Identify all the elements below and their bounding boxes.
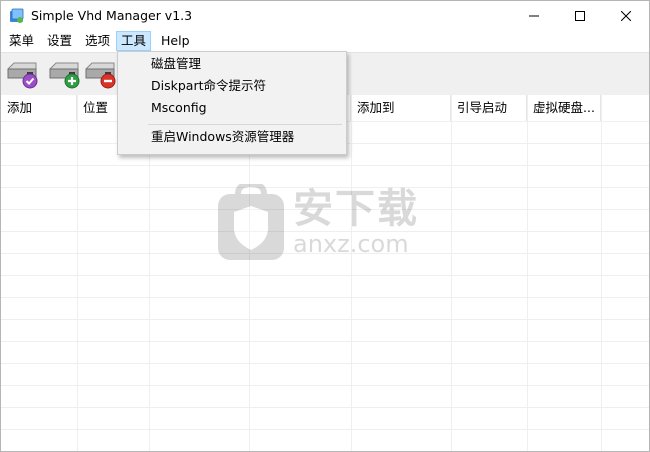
toolbar-add-disk-button[interactable]: [47, 59, 81, 89]
menu-option-restart-explorer[interactable]: 重启Windows资源管理器: [118, 126, 346, 148]
grid-row-line: [1, 253, 649, 254]
grid-row-line: [1, 187, 649, 188]
grid-row-line: [1, 319, 649, 320]
menu-item-help[interactable]: Help: [157, 32, 194, 50]
disk-add-icon: [49, 62, 80, 89]
toolbar-check-disk-button[interactable]: [5, 59, 39, 89]
menu-item-tools[interactable]: 工具: [116, 31, 152, 51]
menu-option-diskpart[interactable]: Diskpart命令提示符: [118, 75, 346, 97]
grid-row-line: [1, 363, 649, 364]
column-header-add[interactable]: 添加: [1, 95, 77, 121]
menu-option-msconfig[interactable]: Msconfig: [118, 97, 346, 119]
grid-row-line: [1, 385, 649, 386]
column-header-added-to[interactable]: 添加到: [351, 95, 451, 121]
grid-row-line: [1, 165, 649, 166]
menu-item-menu[interactable]: 菜单: [5, 32, 38, 50]
toolbar-remove-disk-button[interactable]: [83, 59, 117, 89]
title-bar: Simple Vhd Manager v1.3: [1, 1, 649, 31]
grid-column-line: [601, 95, 602, 451]
menu-separator: [148, 124, 342, 125]
grid-column-line: [527, 95, 528, 451]
menu-item-options[interactable]: 选项: [81, 32, 114, 50]
column-header-vhd[interactable]: 虚拟硬盘...: [527, 95, 601, 121]
disk-remove-icon: [85, 62, 116, 89]
grid-row-line: [1, 209, 649, 210]
maximize-button[interactable]: [557, 1, 603, 31]
grid-row-line: [1, 429, 649, 430]
minimize-icon: [529, 15, 539, 17]
grid-row-line: [1, 341, 649, 342]
close-icon: [621, 11, 631, 21]
grid-row-line: [1, 275, 649, 276]
grid-column-line: [451, 95, 452, 451]
menu-option-disk-management[interactable]: 磁盘管理: [118, 53, 346, 75]
grid-row-line: [1, 407, 649, 408]
maximize-icon: [575, 11, 585, 21]
grid-column-line: [77, 95, 78, 451]
minimize-button[interactable]: [511, 1, 557, 31]
column-header-boot[interactable]: 引导启动: [451, 95, 527, 121]
app-window: Simple Vhd Manager v1.3 菜单 设置 选项 工具 Help: [0, 0, 650, 452]
app-icon: [10, 8, 24, 23]
window-title: Simple Vhd Manager v1.3: [31, 8, 193, 23]
grid-row-line: [1, 231, 649, 232]
menu-bar: 菜单 设置 选项 工具 Help: [1, 31, 649, 51]
grid-column-line: [351, 95, 352, 451]
menu-item-settings[interactable]: 设置: [43, 32, 76, 50]
close-button[interactable]: [603, 1, 649, 31]
disk-check-icon: [7, 62, 38, 89]
tools-dropdown-menu: 磁盘管理 Diskpart命令提示符 Msconfig 重启Windows资源管…: [117, 51, 347, 155]
grid-row-line: [1, 297, 649, 298]
